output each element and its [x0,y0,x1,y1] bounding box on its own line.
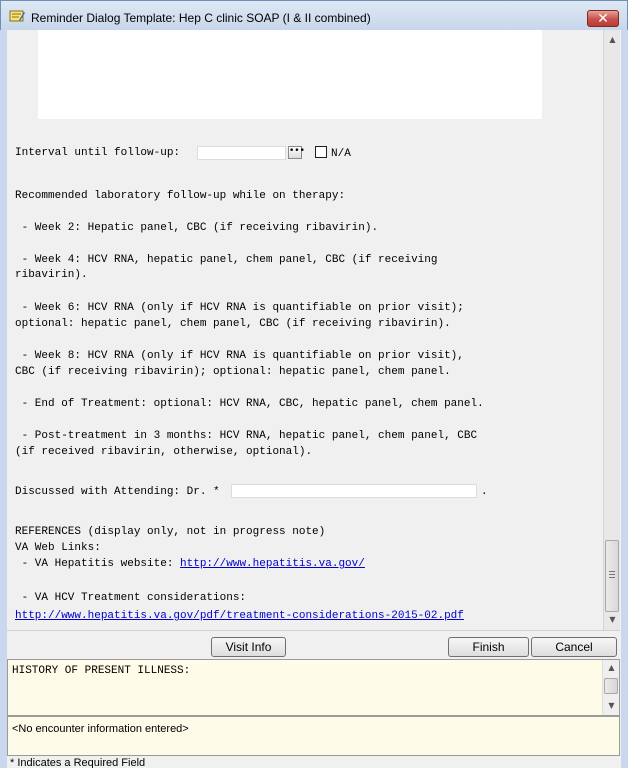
content-scrollbar[interactable]: ▲ ▼ [603,30,620,630]
week4-text-line2: ribavirin). [15,269,88,281]
dialog-content: Interval until follow-up: ••• N/A Recomm… [7,30,603,630]
post-treatment-text-line1: - Post-treatment in 3 months: HCV RNA, h… [15,430,478,442]
text-area-blank[interactable] [38,30,542,119]
close-button[interactable]: ✕ [587,10,619,27]
web-links-heading: VA Web Links: [15,542,101,554]
visit-info-button[interactable]: Visit Info [211,637,286,657]
required-field-legend: * Indicates a Required Field [10,757,146,768]
attending-period: . [481,486,488,498]
note-scroll-up-icon[interactable]: ▲ [603,660,620,676]
attending-input[interactable] [231,484,477,498]
references-heading: REFERENCES (display only, not in progres… [15,526,326,538]
scroll-down-arrow-icon[interactable]: ▼ [604,612,621,628]
hepatitis-website-item: - VA Hepatitis website: http://www.hepat… [15,557,365,571]
lab-heading: Recommended laboratory follow-up while o… [15,190,346,202]
note-preview[interactable]: HISTORY OF PRESENT ILLNESS: ▲ ▼ [7,659,620,716]
encounter-info-text: <No encounter information entered> [12,723,189,735]
na-label: N/A [331,148,351,160]
interval-label: Interval until follow-up: [15,147,181,159]
treatment-considerations-label: - VA HCV Treatment considerations: [15,592,247,604]
note-scrollbar-thumb[interactable] [604,678,618,694]
encounter-info-panel: <No encounter information entered> [7,716,620,756]
week2-text: - Week 2: Hepatic panel, CBC (if receivi… [15,222,379,234]
hepatitis-website-label: - VA Hepatitis website: [15,558,181,570]
week6-text-line1: - Week 6: HCV RNA (only if HCV RNA is qu… [15,302,464,314]
week8-text-line1: - Week 8: HCV RNA (only if HCV RNA is qu… [15,350,464,362]
end-of-treatment-text: - End of Treatment: optional: HCV RNA, C… [15,398,484,410]
hepatitis-website-link[interactable]: http://www.hepatitis.va.gov/ [180,558,365,570]
note-scroll-down-icon[interactable]: ▼ [603,698,620,714]
close-icon: ✕ [597,10,609,26]
title-bar: Reminder Dialog Template: Hep C clinic S… [0,0,628,30]
note-preview-text: HISTORY OF PRESENT ILLNESS: [12,665,191,677]
post-treatment-text-line2: (if received ribavirin, otherwise, optio… [15,446,313,458]
window-title: Reminder Dialog Template: Hep C clinic S… [31,11,371,25]
cancel-button[interactable]: Cancel [531,637,617,657]
week8-text-line2: CBC (if receiving ribavirin); optional: … [15,366,451,378]
reminder-dialog-icon [9,10,25,22]
treatment-considerations-link[interactable]: http://www.hepatitis.va.gov/pdf/treatmen… [15,609,464,623]
button-bar: Visit Info Finish Cancel [7,630,620,660]
interval-input[interactable] [197,146,286,160]
na-checkbox[interactable] [315,146,327,158]
finish-button[interactable]: Finish [448,637,529,657]
interval-browse-button[interactable]: ••• [288,146,305,159]
attending-label: Discussed with Attending: Dr. * [15,486,220,498]
week4-text-line1: - Week 4: HCV RNA, hepatic panel, chem p… [15,254,438,266]
scroll-up-arrow-icon[interactable]: ▲ [604,32,621,48]
week6-text-line2: optional: hepatic panel, chem panel, CBC… [15,318,451,330]
ellipsis-icon: ••• [289,146,305,156]
note-scrollbar[interactable]: ▲ ▼ [602,660,619,715]
scrollbar-thumb[interactable] [605,540,619,612]
